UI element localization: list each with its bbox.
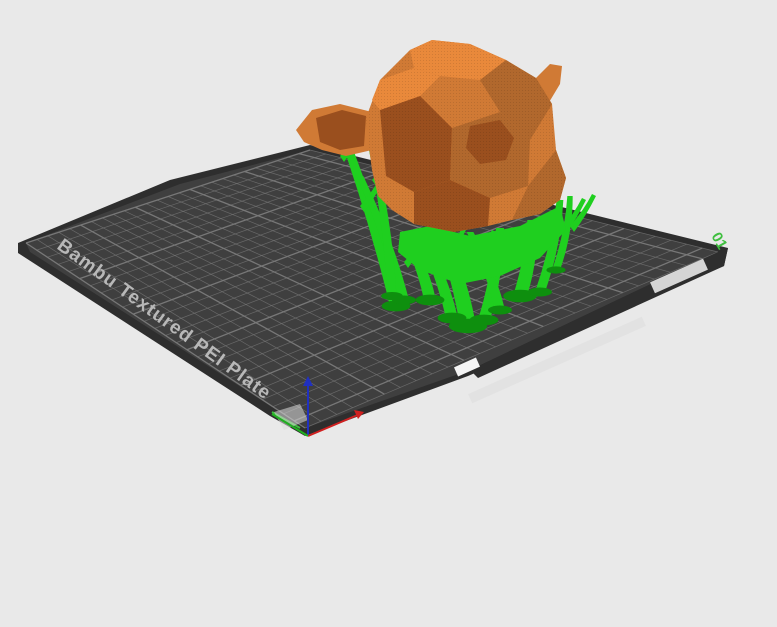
support-base-pad	[528, 287, 552, 297]
support-base-pad	[488, 305, 512, 315]
support-base-pad	[437, 312, 467, 324]
3d-viewport[interactable]: Bambu Textured PEI Plate 01	[0, 0, 777, 627]
support-base-pad	[469, 314, 499, 326]
support-base-pad	[546, 266, 566, 274]
support-base-pad	[415, 294, 445, 306]
support-base-pad	[381, 291, 403, 301]
model-layer-texture	[366, 40, 566, 232]
scene-canvas[interactable]: Bambu Textured PEI Plate 01	[0, 0, 777, 627]
